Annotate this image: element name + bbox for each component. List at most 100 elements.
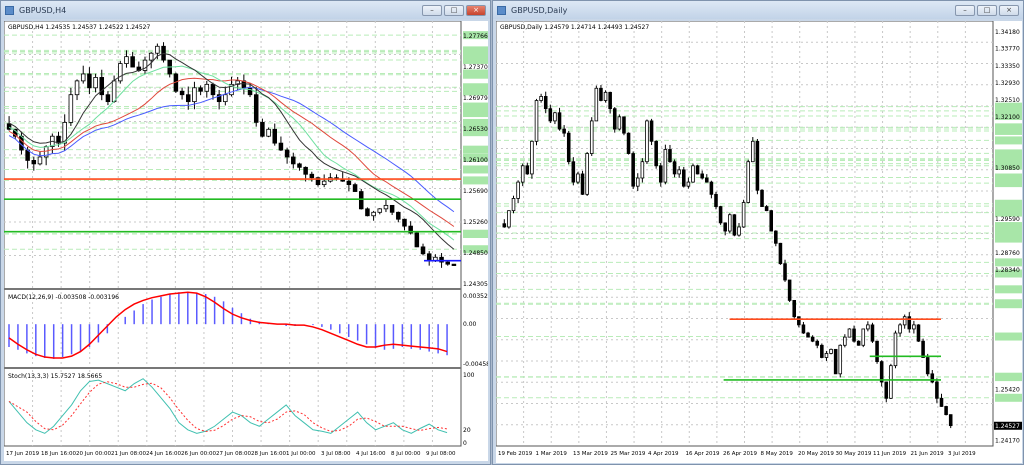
- title-bar[interactable]: GBPUSD,H4 – □ ×: [1, 1, 490, 19]
- minimize-button[interactable]: –: [955, 4, 975, 16]
- macd-zero-label: 0.00: [463, 321, 477, 328]
- daily-candle: [861, 328, 866, 346]
- price-tag: [463, 165, 488, 174]
- daily-candle: [571, 161, 576, 183]
- daily-candle: [884, 381, 889, 399]
- daily-candle: [658, 165, 663, 183]
- chart-icon: [5, 5, 14, 15]
- h4-candle: [284, 149, 290, 158]
- price-tag: [995, 228, 1022, 237]
- h4-candle: [352, 184, 358, 192]
- daily-candle: [751, 140, 755, 163]
- chart-header: GBPUSD,Daily 1.24579 1.24714 1.24493 1.2…: [500, 24, 649, 31]
- daily-candle: [879, 361, 884, 383]
- price-tag: [463, 176, 488, 185]
- daily-candle: [585, 153, 589, 195]
- daily-candle: [553, 112, 557, 122]
- daily-candle: [562, 128, 566, 134]
- daily-candle: [755, 140, 760, 191]
- title-bar[interactable]: GBPUSD,Daily – □ ×: [493, 1, 1023, 19]
- stoch-bottom-label: 0: [463, 440, 467, 447]
- daily-candle: [677, 169, 681, 175]
- close-button[interactable]: ×: [999, 4, 1019, 16]
- h4-candle: [68, 94, 74, 123]
- minimize-button[interactable]: –: [422, 4, 442, 16]
- daily-candle: [511, 198, 516, 212]
- maximize-button[interactable]: □: [444, 4, 464, 16]
- price-axis-label: 1.26979: [463, 95, 488, 102]
- daily-candle: [912, 324, 916, 330]
- time-axis-label: 24 Jun 16:00: [146, 451, 181, 457]
- daily-candle: [686, 181, 691, 187]
- time-axis-label: 11 Jun 2019: [873, 451, 907, 457]
- daily-candle: [663, 149, 668, 183]
- price-tag: [995, 136, 1022, 145]
- daily-candle: [640, 161, 645, 179]
- time-axis-label: 8 Jul 00:00: [391, 451, 421, 457]
- daily-candle: [806, 332, 810, 338]
- price-tag: [995, 332, 1022, 341]
- stoch-signal-line: [8, 381, 448, 432]
- h4-chart-window[interactable]: GBPUSD,H4 – □ × GBPUSD,H4 1.24535 1.24537 …: [0, 0, 491, 465]
- price-axis-label: 1.25690: [463, 188, 488, 195]
- time-axis-label: 20 May 2019: [798, 451, 834, 457]
- daily-candle: [543, 96, 548, 110]
- close-button[interactable]: ×: [466, 4, 486, 16]
- daily-candle: [576, 173, 580, 183]
- daily-candle: [635, 177, 640, 187]
- maximize-button[interactable]: □: [977, 4, 997, 16]
- price-tag: [995, 285, 1022, 294]
- price-tag: [995, 372, 1022, 381]
- time-axis-label: 18 Jun 16:00: [41, 451, 76, 457]
- daily-candle: [732, 214, 737, 236]
- h4-candle: [389, 204, 395, 213]
- price-tag: [995, 258, 1022, 267]
- daily-candle: [672, 161, 677, 175]
- h4-candle: [291, 156, 296, 165]
- daily-candle: [921, 340, 925, 358]
- daily-candle: [654, 140, 658, 167]
- stoch-mid-label: 20: [463, 427, 471, 434]
- daily-candle: [723, 222, 727, 232]
- h4-candle: [179, 90, 185, 96]
- daily-candle: [728, 214, 732, 232]
- daily-candle: [539, 96, 543, 101]
- daily-candle: [626, 132, 631, 154]
- daily-candle: [797, 316, 801, 326]
- time-axis-label: 30 May 2019: [836, 451, 872, 457]
- price-axis-label: 1.24170: [995, 437, 1020, 444]
- chart-header: GBPUSD,H4 1.24535 1.24537 1.24522 1.2452…: [8, 24, 150, 31]
- time-axis-label: 16 Apr 2019: [686, 451, 721, 457]
- daily-candle: [764, 206, 769, 212]
- daily-candle: [769, 210, 774, 232]
- daily-candle: [815, 340, 820, 346]
- daily-candle: [792, 300, 797, 318]
- price-axis-label: 1.32100: [995, 114, 1020, 121]
- macd-signal-line: [8, 291, 448, 359]
- h4-chart[interactable]: GBPUSD,H4 1.24535 1.24537 1.24522 1.2452…: [4, 21, 488, 461]
- h4-candle: [253, 94, 259, 123]
- daily-candle: [801, 324, 806, 334]
- time-axis-label: 26 Apr 2019: [723, 451, 758, 457]
- daily-candle: [838, 344, 843, 375]
- h4-candle: [303, 166, 308, 175]
- h4-candle: [260, 121, 265, 137]
- daily-candle: [645, 120, 649, 163]
- time-axis-label: 4 Jul 16:00: [356, 451, 386, 457]
- daily-chart-window[interactable]: GBPUSD,Daily – □ × GBPUSD,Daily 1.24579 1.…: [492, 0, 1024, 465]
- price-axis-label: 1.24850: [463, 250, 488, 257]
- price-tag: [463, 109, 488, 118]
- time-axis-label: 25 Mar 2019: [611, 451, 646, 457]
- daily-chart[interactable]: GBPUSD,Daily 1.24579 1.24714 1.24493 1.2…: [496, 21, 1022, 463]
- daily-candle: [681, 169, 686, 187]
- macd-label: MACD(12,26,9) -0.003508 -0.003196: [8, 294, 119, 301]
- daily-candle: [737, 226, 741, 236]
- time-axis-label: 9 Jul 08:00: [426, 451, 456, 457]
- price-axis-label: 1.33770: [995, 46, 1020, 53]
- price-tag: [463, 55, 488, 64]
- daily-candle: [939, 397, 944, 407]
- price-tag: [995, 393, 1022, 402]
- time-axis-label: 3 Jul 08:00: [321, 451, 351, 457]
- h4-candle: [365, 208, 370, 217]
- time-axis-label: 4 Apr 2019: [648, 451, 679, 457]
